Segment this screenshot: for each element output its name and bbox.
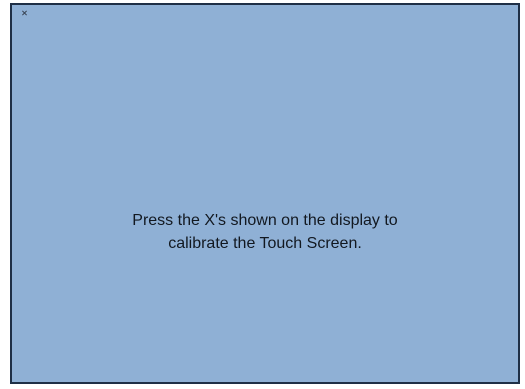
instruction-line-2: calibrate the Touch Screen. (168, 235, 362, 252)
window-frame: Press the X's shown on the display to ca… (0, 0, 525, 389)
calibration-target-x-icon[interactable] (23, 11, 27, 15)
calibration-instructions: Press the X's shown on the display to ca… (12, 209, 518, 255)
instruction-line-1: Press the X's shown on the display to (132, 212, 398, 229)
touch-calibration-screen[interactable]: Press the X's shown on the display to ca… (10, 3, 520, 384)
